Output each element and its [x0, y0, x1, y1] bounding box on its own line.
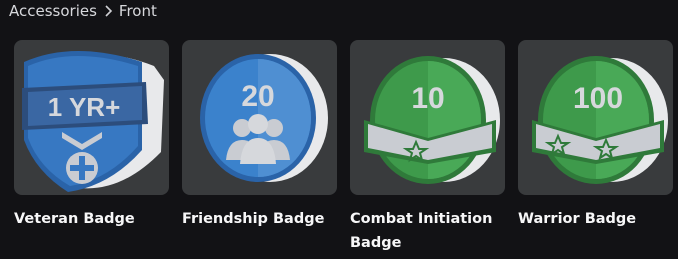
item-card-combat-initiation-badge[interactable]: 10 Combat Initiation Badge: [350, 40, 505, 255]
svg-text:1 YR+: 1 YR+: [48, 92, 121, 122]
item-thumbnail[interactable]: 20: [182, 40, 337, 195]
chevron-right-icon: [101, 4, 115, 18]
item-card-friendship-badge[interactable]: 20 Friendship Badge: [182, 40, 337, 255]
item-name[interactable]: Combat Initiation Badge: [350, 207, 510, 255]
breadcrumb: Accessories Front: [9, 0, 157, 22]
svg-text:10: 10: [411, 82, 444, 115]
item-name[interactable]: Veteran Badge: [14, 207, 174, 231]
badge-stars-green-icon: 10: [364, 56, 500, 184]
item-card-warrior-badge[interactable]: 100 Warrior Badge: [518, 40, 673, 255]
svg-text:100: 100: [573, 82, 623, 115]
breadcrumb-current: Front: [118, 2, 157, 20]
item-name[interactable]: Warrior Badge: [518, 207, 678, 231]
item-grid: 1 YR+ Veteran Badge 20 Friendship Badge …: [14, 40, 673, 255]
breadcrumb-parent-link[interactable]: Accessories: [9, 2, 97, 20]
badge-stars-green-icon: 100: [532, 56, 668, 184]
item-name[interactable]: Friendship Badge: [182, 207, 342, 231]
item-thumbnail[interactable]: 100: [518, 40, 673, 195]
svg-text:20: 20: [241, 80, 274, 113]
badge-shield-cross-icon: 1 YR+: [22, 51, 164, 192]
item-thumbnail[interactable]: 10: [350, 40, 505, 195]
item-thumbnail[interactable]: 1 YR+: [14, 40, 169, 195]
badge-friends-icon: 20: [200, 54, 328, 182]
item-card-veteran-badge[interactable]: 1 YR+ Veteran Badge: [14, 40, 169, 255]
